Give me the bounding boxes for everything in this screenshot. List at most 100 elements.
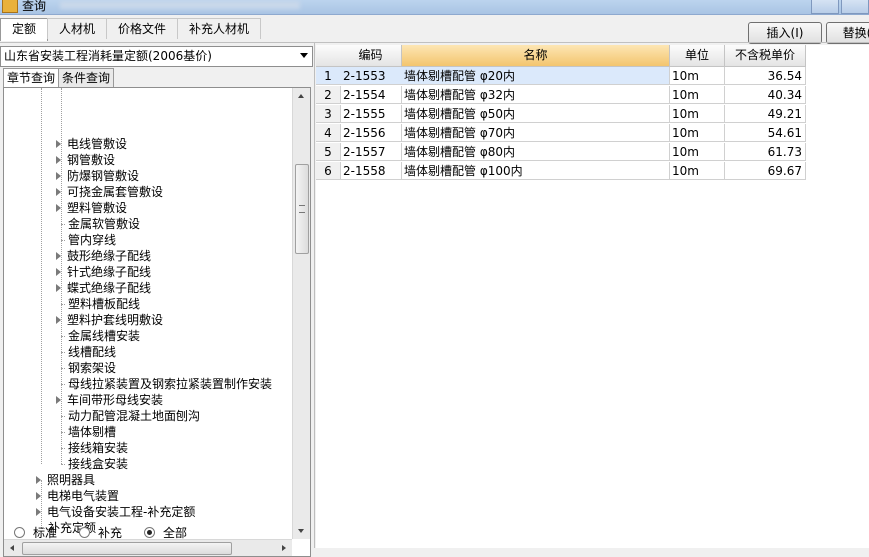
cell-unit[interactable]: 10m [669, 124, 725, 142]
tree-node[interactable]: 钢管敷设 [56, 152, 115, 168]
cell-name[interactable]: 墙体剔槽配管 φ50内 [401, 105, 670, 123]
tree-node[interactable]: 母线拉紧装置及钢索拉紧装置制作安装 [68, 376, 272, 392]
cell-price[interactable]: 36.54 [724, 67, 806, 85]
tree-node[interactable]: 可挠金属套管敷设 [56, 184, 163, 200]
scroll-up-icon[interactable] [298, 94, 304, 98]
expand-arrow-icon[interactable] [56, 315, 61, 324]
expand-arrow-icon[interactable] [56, 395, 61, 404]
cell-price[interactable]: 54.61 [724, 124, 806, 142]
cell-name[interactable]: 墙体剔槽配管 φ70内 [401, 124, 670, 142]
quota-select[interactable]: 山东省安装工程消耗量定额(2006基价) [0, 46, 313, 67]
column-header-name[interactable]: 名称 [402, 45, 670, 67]
tab-quota[interactable]: 定额 [0, 18, 49, 41]
expand-arrow-icon[interactable] [56, 187, 61, 196]
tree-node[interactable]: 金属线槽安装 [68, 328, 140, 344]
cell-unit[interactable]: 10m [669, 67, 725, 85]
tree-node[interactable]: 照明器具 [36, 472, 95, 488]
insert-button[interactable]: 插入(I) [748, 22, 822, 44]
expand-arrow-icon[interactable] [56, 203, 61, 212]
tree-node[interactable]: 接线箱安装 [68, 440, 128, 456]
table-row[interactable]: 1 2-1553 墙体剔槽配管 φ20内 10m 36.54 [316, 67, 806, 85]
expand-arrow-icon[interactable] [36, 475, 41, 484]
tree-node[interactable]: 塑料管敷设 [56, 200, 127, 216]
column-header-code[interactable]: 编码 [340, 45, 402, 67]
expand-arrow-icon[interactable] [56, 155, 61, 164]
tree-node[interactable]: 管内穿线 [68, 232, 116, 248]
tree-node[interactable]: 蝶式绝缘子配线 [56, 280, 151, 296]
maximize-icon[interactable] [841, 0, 869, 14]
cell-code[interactable]: 2-1554 [340, 86, 402, 104]
tree-node[interactable]: 钢索架设 [68, 360, 116, 376]
tab-labor-material-machine[interactable]: 人材机 [47, 18, 108, 39]
cell-unit[interactable]: 10m [669, 162, 725, 180]
tab-chapter-query[interactable]: 章节查询 [3, 68, 60, 89]
filter-radio-group: 标准 补充 全部 [14, 523, 209, 541]
scroll-left-icon[interactable] [10, 545, 14, 551]
expand-arrow-icon[interactable] [36, 491, 41, 500]
cell-unit[interactable]: 10m [669, 143, 725, 161]
table-row[interactable]: 6 2-1558 墙体剔槽配管 φ100内 10m 69.67 [316, 162, 806, 180]
minimize-icon[interactable] [811, 0, 839, 14]
scroll-thumb[interactable] [22, 542, 232, 555]
tree-node[interactable]: 电线管敷设 [56, 136, 127, 152]
tree-node[interactable]: 塑料槽板配线 [68, 296, 140, 312]
tree-node[interactable]: 线槽配线 [68, 344, 116, 360]
cell-name[interactable]: 墙体剔槽配管 φ100内 [401, 162, 670, 180]
cell-price[interactable]: 69.67 [724, 162, 806, 180]
chapter-tree[interactable]: 电线管敷设 钢管敷设 防爆钢管敷设 可挠金属套管敷设 塑料管敷设 金属软管敷设 管内穿线 鼓形… [3, 87, 311, 557]
tree-node[interactable]: 防爆钢管敷设 [56, 168, 139, 184]
filter-supplement[interactable]: 补充 [79, 523, 122, 541]
tab-condition-query[interactable]: 条件查询 [58, 68, 115, 88]
tree-node[interactable]: 塑料护套线明敷设 [56, 312, 163, 328]
tree-node[interactable]: 墙体剔槽 [68, 424, 116, 440]
cell-code[interactable]: 2-1556 [340, 124, 402, 142]
cell-code[interactable]: 2-1553 [340, 67, 402, 85]
cell-price[interactable]: 61.73 [724, 143, 806, 161]
tab-supplementary-lmm[interactable]: 补充人材机 [177, 18, 262, 39]
filter-standard[interactable]: 标准 [14, 523, 57, 541]
tree-node[interactable]: 鼓形绝缘子配线 [56, 248, 151, 264]
scroll-down-icon[interactable] [298, 529, 304, 533]
table-row[interactable]: 2 2-1554 墙体剔槽配管 φ32内 10m 40.34 [316, 86, 806, 104]
tree-node[interactable]: 电气设备安装工程-补充定额 [36, 504, 195, 520]
cell-code[interactable]: 2-1558 [340, 162, 402, 180]
panel-splitter[interactable] [314, 43, 315, 548]
tree-node[interactable]: 接线盒安装 [68, 456, 128, 472]
cell-name[interactable]: 墙体剔槽配管 φ32内 [401, 86, 670, 104]
cell-name[interactable]: 墙体剔槽配管 φ20内 [401, 67, 670, 85]
tab-price-file[interactable]: 价格文件 [106, 18, 179, 39]
tree-horizontal-scrollbar[interactable] [4, 539, 292, 556]
cell-price[interactable]: 40.34 [724, 86, 806, 104]
expand-arrow-icon[interactable] [56, 283, 61, 292]
expand-arrow-icon[interactable] [56, 171, 61, 180]
expand-arrow-icon[interactable] [56, 267, 61, 276]
replace-button[interactable]: 替换( [826, 22, 869, 44]
cell-code[interactable]: 2-1557 [340, 143, 402, 161]
expand-arrow-icon[interactable] [56, 251, 61, 260]
table-row[interactable]: 5 2-1557 墙体剔槽配管 φ80内 10m 61.73 [316, 143, 806, 161]
table-row[interactable]: 3 2-1555 墙体剔槽配管 φ50内 10m 49.21 [316, 105, 806, 123]
cell-name[interactable]: 墙体剔槽配管 φ80内 [401, 143, 670, 161]
chevron-down-icon[interactable] [300, 53, 308, 58]
expand-arrow-icon[interactable] [56, 139, 61, 148]
expand-arrow-icon[interactable] [36, 507, 41, 516]
scroll-right-icon[interactable] [282, 545, 286, 551]
tree-node-label: 管内穿线 [68, 233, 117, 247]
scroll-thumb[interactable] [295, 164, 309, 254]
cell-code[interactable]: 2-1555 [340, 105, 402, 123]
tree-node[interactable]: 金属软管敷设 [68, 216, 140, 232]
table-row[interactable]: 4 2-1556 墙体剔槽配管 φ70内 10m 54.61 [316, 124, 806, 142]
tree-node[interactable]: 针式绝缘子配线 [56, 264, 151, 280]
column-header-price[interactable]: 不含税单价 [725, 45, 806, 67]
cell-idx: 1 [316, 67, 341, 85]
tree-node[interactable]: 电梯电气装置 [36, 488, 119, 504]
tree-node[interactable]: 动力配管混凝土地面刨沟 [68, 408, 200, 424]
radio-icon [79, 526, 91, 538]
column-header-unit[interactable]: 单位 [670, 45, 725, 67]
cell-unit[interactable]: 10m [669, 105, 725, 123]
filter-all[interactable]: 全部 [144, 523, 187, 541]
cell-price[interactable]: 49.21 [724, 105, 806, 123]
tree-node[interactable]: 车间带形母线安装 [56, 392, 163, 408]
cell-unit[interactable]: 10m [669, 86, 725, 104]
tree-vertical-scrollbar[interactable] [292, 88, 310, 539]
